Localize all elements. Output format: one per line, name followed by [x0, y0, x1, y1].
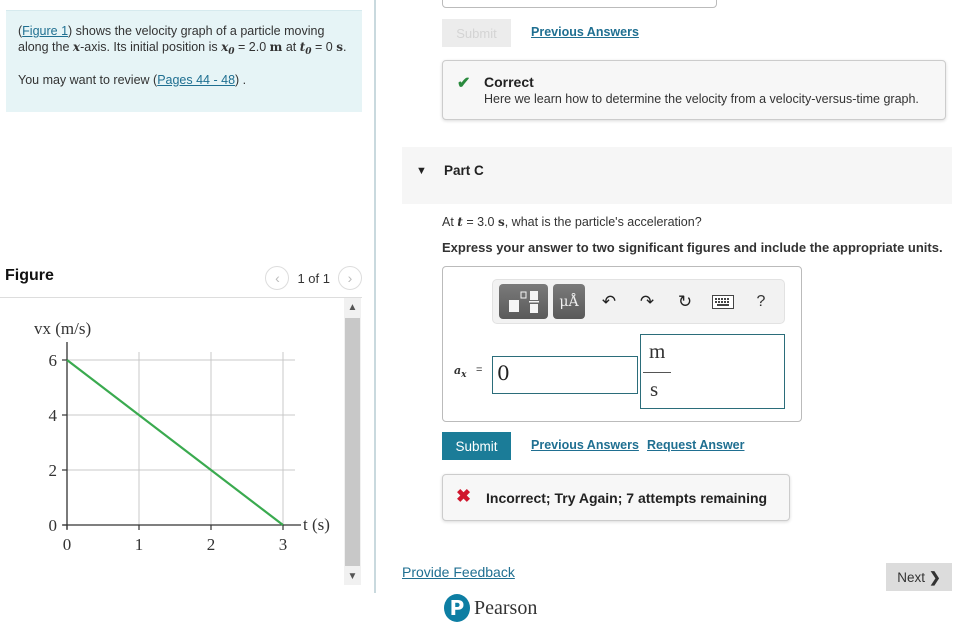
x-tick-label: 3	[279, 535, 288, 554]
undo-button[interactable]: ↶	[590, 284, 628, 319]
reset-button[interactable]: ↻	[666, 284, 704, 319]
review-note: You may want to review (Pages 44 - 48) .	[18, 73, 247, 87]
value-input[interactable]: 0	[492, 356, 638, 394]
pearson-mark-icon: P	[444, 594, 470, 622]
chart-axes	[62, 342, 301, 530]
feedback-message: Incorrect; Try Again; 7 attempts remaini…	[486, 490, 768, 506]
reset-icon: ↻	[677, 291, 693, 311]
provide-feedback-link[interactable]: Provide Feedback	[402, 564, 515, 580]
x-tick-label: 2	[207, 535, 216, 554]
right-pane: Submit Previous Answers ✔ Correct Here w…	[376, 0, 978, 627]
problem-intro: (Figure 1) shows the velocity graph of a…	[6, 10, 362, 112]
part-c-header[interactable]: ▼ Part C	[402, 147, 952, 204]
keyboard-button[interactable]	[704, 284, 742, 319]
equals-sign: =	[476, 364, 483, 376]
pager-text: 1 of 1	[297, 270, 330, 286]
variable-label: ax	[454, 364, 467, 380]
velocity-chart: 0 1 2 3 0 2 4 6 vx (m/s) t (s)	[34, 319, 330, 554]
x-axis-label: t (s)	[303, 515, 330, 534]
series-line-velocity	[66, 359, 284, 526]
pearson-wordmark: Pearson	[474, 596, 538, 619]
scroll-down-button[interactable]: ▼	[344, 567, 361, 585]
feedback-title: Correct	[484, 74, 534, 90]
redo-icon: ↷	[639, 291, 655, 311]
feedback-message: Here we learn how to determine the veloc…	[484, 92, 919, 106]
units-input[interactable]: m s	[640, 334, 785, 409]
problem-statement: (Figure 1) shows the velocity graph of a…	[18, 24, 347, 57]
review-pages-link[interactable]: Pages 44 - 48	[157, 73, 235, 87]
scroll-up-button[interactable]: ▲	[344, 298, 361, 316]
next-figure-button[interactable]: ›	[338, 266, 362, 290]
y-tick-label: 6	[49, 351, 58, 370]
cross-icon: ✖	[456, 486, 472, 506]
part-b-previous-answers-link[interactable]: Previous Answers	[531, 25, 639, 39]
next-button[interactable]: Next ❯	[886, 563, 952, 591]
x-tick-label: 0	[63, 535, 72, 554]
figure-link[interactable]: Figure 1	[22, 24, 68, 38]
left-pane: (Figure 1) shows the velocity graph of a…	[0, 0, 374, 627]
figure-header: Figure ‹ 1 of 1 ›	[0, 264, 362, 298]
x-tick-label: 1	[135, 535, 144, 554]
pearson-logo: P Pearson	[444, 594, 537, 622]
unit-denominator: s	[650, 377, 659, 401]
request-answer-link[interactable]: Request Answer	[647, 438, 744, 452]
y-tick-label: 4	[49, 406, 58, 425]
templates-icon	[508, 290, 539, 313]
y-tick-label: 2	[49, 461, 58, 480]
previous-answers-link[interactable]: Previous Answers	[531, 438, 639, 452]
chart-grid	[67, 352, 295, 525]
correct-feedback: ✔ Correct Here we learn how to determine…	[442, 60, 946, 120]
help-button[interactable]: ?	[742, 284, 780, 319]
figure-title: Figure	[5, 267, 54, 284]
y-tick-label: 0	[49, 516, 58, 535]
chart-series	[66, 359, 284, 526]
incorrect-feedback: ✖ Incorrect; Try Again; 7 attempts remai…	[442, 474, 790, 521]
redo-button[interactable]: ↷	[628, 284, 666, 319]
math-toolbar: μÅ ↶ ↷ ↻ ?	[492, 279, 785, 324]
chevron-left-icon: ‹	[275, 270, 280, 286]
figure-area: 0 1 2 3 0 2 4 6 vx (m/s) t (s)	[0, 298, 344, 585]
prev-figure-button[interactable]: ‹	[265, 266, 290, 290]
previous-answer-box	[442, 0, 717, 8]
figure-scrollbar[interactable]: ▲ ▼	[344, 298, 361, 585]
unit-numerator: m	[649, 339, 666, 363]
part-c-question: At t = 3.0 s, what is the particle's acc…	[442, 215, 702, 229]
undo-icon: ↶	[601, 291, 617, 311]
part-c-instruction: Express your answer to two significant f…	[442, 240, 943, 255]
chevron-up-icon: ▲	[347, 301, 358, 313]
figure-pager: ‹ 1 of 1 ›	[265, 266, 362, 290]
part-b-submit-button: Submit	[442, 19, 511, 47]
chevron-right-icon: ›	[347, 270, 353, 286]
templates-button[interactable]	[499, 284, 548, 319]
caret-down-icon[interactable]: ▼	[416, 165, 427, 177]
submit-button[interactable]: Submit	[442, 432, 511, 460]
y-axis-label: vx (m/s)	[34, 319, 91, 338]
part-c-title: Part C	[444, 163, 484, 178]
next-label: Next	[897, 569, 926, 585]
answer-box: μÅ ↶ ↷ ↻ ? ax = 0 m s	[442, 266, 802, 422]
keyboard-icon	[712, 294, 734, 309]
chart-labels: 0 1 2 3 0 2 4 6 vx (m/s) t (s)	[34, 319, 330, 554]
scroll-thumb[interactable]	[345, 318, 360, 566]
units-button[interactable]: μÅ	[553, 284, 585, 319]
chevron-right-icon: ❯	[929, 568, 941, 585]
fraction-bar	[643, 372, 671, 373]
checkmark-icon: ✔	[457, 75, 471, 92]
chevron-down-icon: ▼	[347, 570, 358, 582]
